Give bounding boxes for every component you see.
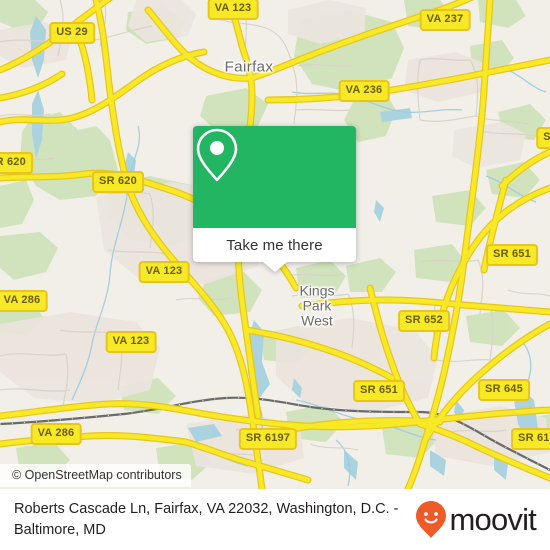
location-popup[interactable]: Take me there: [193, 126, 356, 272]
road-shield: VA 286: [0, 290, 48, 312]
road-shield: S: [536, 127, 550, 149]
road-shield: SR 652: [398, 310, 450, 332]
map-attribution[interactable]: © OpenStreetMap contributors: [0, 464, 191, 487]
moovit-pin-smiley-icon: [416, 500, 447, 538]
road-shield: SR 651: [353, 380, 405, 402]
road-shield: SR 651: [486, 244, 538, 266]
popup-tail: [262, 262, 287, 272]
address-text: Roberts Cascade Ln, Fairfax, VA 22032, W…: [14, 500, 399, 538]
road-shield: SR 6197: [238, 428, 298, 450]
road-shield: SR 620: [0, 152, 33, 174]
road-shield: VA 123: [138, 261, 190, 283]
road-shield: VA 236: [338, 80, 390, 102]
road-shield: SR 645: [478, 379, 530, 401]
road-shield: VA 237: [419, 9, 471, 31]
map-screenshot: US 29 VA 123 VA 237 VA 236 SR 620 SR 620 S SR 6…: [0, 0, 550, 550]
road-shield: SR 620: [92, 171, 144, 193]
take-me-there-label: Take me there: [226, 236, 323, 254]
road-shield: SR 619: [511, 428, 550, 450]
map-canvas[interactable]: US 29 VA 123 VA 237 VA 236 SR 620 SR 620 S SR 6…: [0, 0, 550, 489]
moovit-logo[interactable]: moovit: [415, 500, 537, 540]
moovit-wordmark: moovit: [449, 502, 536, 537]
road-shield: US 29: [49, 22, 95, 44]
popup-pin-panel: [193, 126, 356, 228]
footer-bar: Roberts Cascade Ln, Fairfax, VA 22032, W…: [0, 489, 550, 550]
popup-action-panel[interactable]: Take me there: [193, 228, 356, 262]
road-shield: VA 123: [207, 0, 259, 20]
map-pin-icon: [196, 128, 238, 182]
road-shield: VA 123: [105, 331, 157, 353]
road-shield: VA 286: [30, 423, 82, 445]
